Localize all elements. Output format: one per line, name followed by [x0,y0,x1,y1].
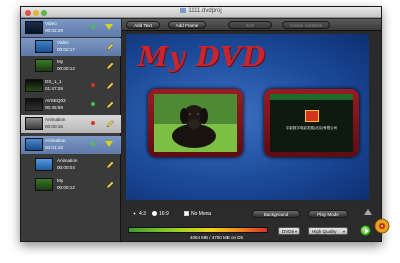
add-text-button[interactable]: Add Text [126,21,160,29]
chevron-down-icon: ▾ [342,229,345,234]
radio-icon[interactable] [152,211,157,217]
video-thumbnail [35,178,53,191]
dog-thumbnail-image [154,94,237,152]
status-dot [91,83,95,87]
sidebar-item-duration: 00:02:29 [45,28,63,33]
video-thumbnail [35,40,53,53]
create-subtitles-button[interactable]: Create Subtitles [282,21,330,29]
bottom-panel: 4:3 16:9 No Menu Background Play Mode 40… [122,203,381,241]
menu-title-text[interactable]: My DVD [138,42,266,73]
sidebar-item-video-chapter[interactable]: Video 00:02:17 [21,38,121,56]
sidebar-item-label: Animation [45,138,66,143]
arrow-up-icon[interactable] [364,209,372,215]
sidebar-item-label: My [57,59,64,64]
status-dot [91,142,95,146]
chevron-down-icon: ▾ [294,229,297,234]
sidebar-item-duration: 00:00:12 [57,66,75,71]
sidebar-item-duration: 00:00:12 [57,185,75,190]
sidebar-item-label: AVSEQ03 [45,98,66,103]
menu-thumbnail-frame-right[interactable]: 中影数字电影发展(北京)有限公司 [264,89,359,157]
menu-preview-canvas[interactable]: My DVD 中影数字电影发展(北京)有限公司 [126,34,369,200]
status-dot [91,102,95,106]
aspect-4-3-option[interactable]: 4:3 [132,211,146,217]
add-frame-button[interactable]: Add Frame [168,21,206,29]
video-thumbnail [25,21,43,34]
window-title: 1111.dvdproj [21,8,381,14]
sidebar-item-label: My [57,178,64,183]
sidebar-item-duration: 00:00:04 [57,165,75,170]
editor-toolbar: Add Text Add Frame Edit Create Subtitles [122,19,381,31]
sidebar-item-animation-chapter[interactable]: Animation 00:00:04 [21,156,121,174]
sidebar-item-duration: 00:00:15 [45,124,63,129]
pencil-icon[interactable] [105,180,115,190]
sidebar-item-label: DS_1_1 [45,79,62,84]
sidebar-item-avseq03[interactable]: AVSEQ03 00:45:59 [21,96,121,114]
sidebar-item-label: Animation [57,158,78,163]
pencil-icon[interactable] [105,61,115,71]
aspect-16-9-option[interactable]: 16:9 [152,211,169,217]
film-logo-icon [305,110,319,122]
logo-caption: 中影数字电影发展(北京)有限公司 [285,126,338,130]
edit-button[interactable]: Edit [228,21,272,29]
disc-capacity-bar [128,227,268,233]
triangle-down-icon[interactable] [105,24,113,30]
app-window: 1111.dvdproj Video 00:02:29 Video 00:02:… [20,6,382,242]
logo-banner [270,94,353,100]
video-thumbnail [25,138,43,151]
burn-play-icon [365,228,369,234]
sidebar-item-animation-group[interactable]: Animation 00:01:16 [21,136,121,154]
sidebar-item-label: Video [57,40,69,45]
checkbox-icon[interactable] [184,211,189,217]
logo-thumbnail-image: 中影数字电影发展(北京)有限公司 [270,94,353,152]
triangle-down-icon[interactable] [105,141,113,147]
sidebar-item-label: Animation [45,117,66,122]
burn-button[interactable] [360,225,371,236]
disc-type-select[interactable]: DVD5 ▾ [278,227,300,235]
video-thumbnail [35,158,53,171]
pencil-icon[interactable] [105,119,115,129]
disc-capacity-text: 4064 MB / 4700 MB on D5 [190,235,244,240]
sidebar-item-duration: 01:47:28 [45,86,63,91]
sidebar-item-duration: 00:45:59 [45,105,63,110]
status-dot [91,25,95,29]
sidebar-item-my-2[interactable]: My 00:00:12 [21,176,121,194]
no-menu-option[interactable]: No Menu [184,211,211,217]
app-icon[interactable] [374,218,390,234]
document-icon [180,8,187,13]
quality-select[interactable]: High Quality ▾ [308,227,348,235]
video-thumbnail [25,117,43,130]
sidebar-item-duration: 00:01:16 [45,145,63,150]
play-mode-button[interactable]: Play Mode [308,210,348,218]
sidebar-item-video[interactable]: Video 00:02:29 [21,19,121,37]
sidebar-item-animation[interactable]: Animation 00:00:15 [21,115,121,133]
video-thumbnail [25,79,43,92]
status-dot [91,121,95,125]
sidebar-item-label: Video [45,21,57,26]
pencil-icon[interactable] [105,81,115,91]
background-button[interactable]: Background [252,210,300,218]
sidebar-item-my[interactable]: My 00:00:12 [21,57,121,75]
pencil-icon[interactable] [105,160,115,170]
title-list-sidebar: Video 00:02:29 Video 00:02:17 My 00:00:1… [21,19,121,241]
pencil-icon[interactable] [105,42,115,52]
menu-thumbnail-frame-left[interactable] [148,89,243,157]
video-thumbnail [35,59,53,72]
dog-picture [154,94,237,152]
pencil-icon[interactable] [105,100,115,110]
video-thumbnail [25,98,43,111]
title-bar: 1111.dvdproj [21,7,381,18]
sidebar-item-ds-1-1[interactable]: DS_1_1 01:47:28 [21,77,121,95]
radio-selected-icon[interactable] [132,211,137,217]
sidebar-item-duration: 00:02:17 [57,47,75,52]
